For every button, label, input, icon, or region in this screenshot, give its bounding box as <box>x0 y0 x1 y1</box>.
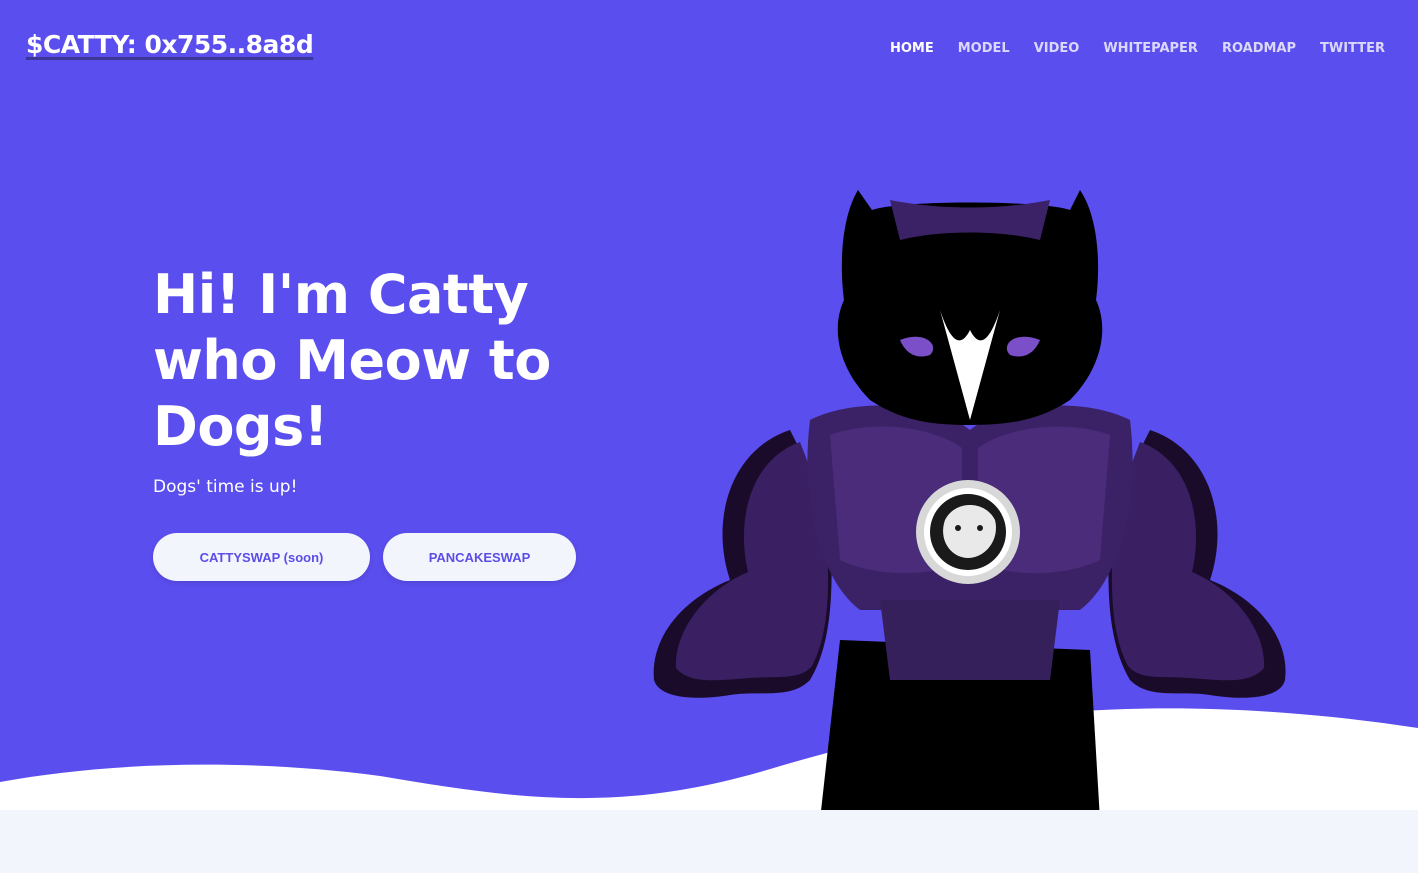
nav-model[interactable]: MODEL <box>958 41 1010 56</box>
nav-home[interactable]: HOME <box>890 41 934 56</box>
nav-video[interactable]: VIDEO <box>1034 41 1080 56</box>
headline-line-2: who Meow to <box>153 329 551 392</box>
hero-headline: Hi! I'm Catty who Meow to Dogs! <box>153 262 583 460</box>
headline-line-3: Dogs! <box>153 395 328 458</box>
content-band <box>0 810 1418 873</box>
pancakeswap-button[interactable]: PANCAKESWAP <box>383 533 576 581</box>
headline-line-1: Hi! I'm Catty <box>153 263 529 326</box>
nav-twitter[interactable]: TWITTER <box>1320 41 1385 56</box>
muscular-cat-mascot <box>653 190 1286 810</box>
nav-roadmap[interactable]: ROADMAP <box>1222 41 1296 56</box>
token-contract-link[interactable]: $CATTY: 0x755..8a8d <box>26 30 314 59</box>
main-nav: HOME MODEL VIDEO WHITEPAPER ROADMAP TWIT… <box>866 41 1385 56</box>
cattyswap-button[interactable]: CATTYSWAP (soon) <box>153 533 370 581</box>
nav-whitepaper[interactable]: WHITEPAPER <box>1103 41 1198 56</box>
hero-subline: Dogs' time is up! <box>153 477 298 497</box>
